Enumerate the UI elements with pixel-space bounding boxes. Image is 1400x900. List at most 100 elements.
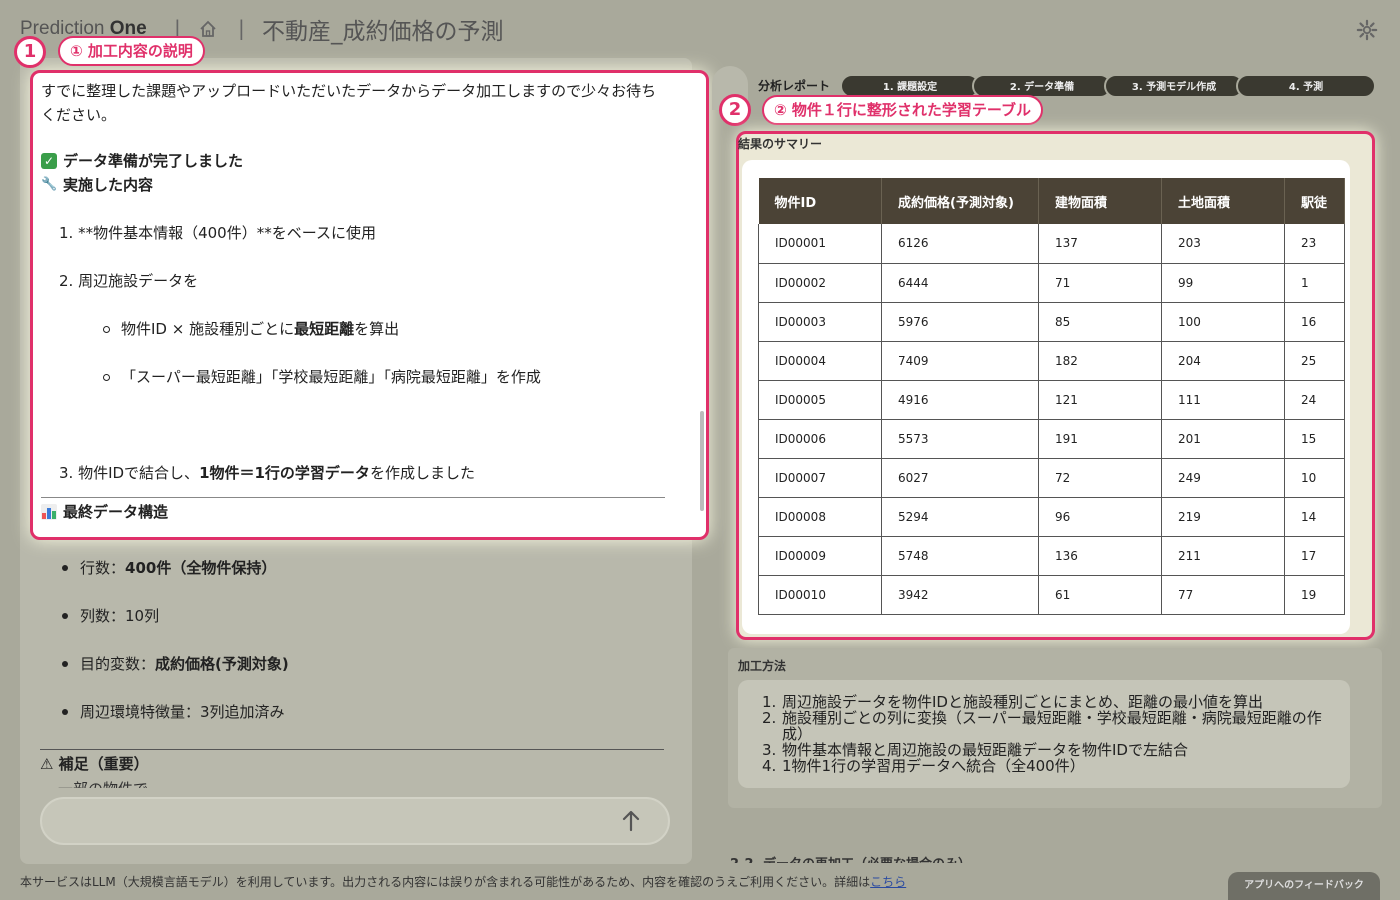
table-cell: ID00008 <box>758 497 882 537</box>
final-structure-list: 行数：400件（全物件保持） 列数：10列 目的変数：成約価格(予測対象) 周辺… <box>40 548 680 740</box>
table-cell: ID00005 <box>758 380 882 420</box>
footer-text: 本サービスはLLM（大規模言語モデル）を利用しています。出力される内容には誤りが… <box>20 875 871 889</box>
sub-list-item: 「スーパー最短距離」「学校最短距離」「病院最短距離」を作成 <box>41 365 681 413</box>
supplement-heading: ⚠ 補足（重要） <box>40 755 149 773</box>
divider <box>40 749 664 750</box>
highlight-processing-explanation: すでに整理した課題やアップロードいただいたデータからデータ加工しますので少々お待… <box>30 70 709 540</box>
table-cell: 17 <box>1284 536 1345 576</box>
column-header: 建物面積 <box>1038 178 1162 224</box>
list-item: 目的変数：成約価格(予測対象) <box>40 644 680 692</box>
table-cell: 6027 <box>881 458 1039 498</box>
send-arrow-icon[interactable] <box>618 808 644 834</box>
list-item: 行数：400件（全物件保持） <box>40 548 680 596</box>
table-cell: 3942 <box>881 575 1039 615</box>
step-3[interactable]: 3. 予測モデル作成 <box>1104 74 1244 98</box>
chat-input[interactable] <box>40 797 670 845</box>
table-cell: 201 <box>1161 419 1285 459</box>
gear-icon[interactable] <box>1356 19 1378 41</box>
table-row: ID00004 7409 182 204 25 <box>758 341 1345 381</box>
table-row: ID00002 6444 71 99 1 <box>758 263 1345 303</box>
step-4[interactable]: 4. 予測 <box>1236 74 1376 98</box>
sub-item-text: を算出 <box>354 320 400 338</box>
table-cell: 211 <box>1161 536 1285 576</box>
method-item-text: 物件基本情報と周辺施設の最短距離データを物件IDで左結合 <box>782 741 1188 759</box>
wrench-icon: 🔧 <box>41 177 58 192</box>
table-cell: ID00002 <box>758 263 882 303</box>
table-cell: 61 <box>1038 575 1162 615</box>
list-item: 3. 物件IDで結合し、1物件＝1行の学習データを作成しました <box>41 461 681 485</box>
table-cell: ID00009 <box>758 536 882 576</box>
list-item-bold: 成約価格(予測対象) <box>155 655 289 673</box>
list-item-text: を作成しました <box>369 464 475 482</box>
table-row: ID00010 3942 61 77 19 <box>758 575 1345 615</box>
list-item-bold: 400件（全物件保持） <box>125 559 277 577</box>
message-intro: すでに整理した課題やアップロードいただいたデータからデータ加工しますので少々お待… <box>41 82 657 124</box>
feedback-button[interactable]: アプリへのフィードバック <box>1228 872 1380 900</box>
table-header-row: 物件ID 成約価格(予測対象) 建物面積 土地面積 駅徒 <box>758 178 1345 224</box>
table-cell: 16 <box>1284 302 1345 342</box>
table-cell: 85 <box>1038 302 1162 342</box>
done-heading-text: 実施した内容 <box>63 176 154 194</box>
home-icon[interactable] <box>198 19 218 39</box>
callout-number-badge: 2 <box>719 94 751 126</box>
table-cell: 24 <box>1284 380 1345 420</box>
method-item-text: 1物件1行の学習用データへ統合（全400件） <box>782 757 1085 775</box>
table-cell: 99 <box>1161 263 1285 303</box>
table-cell: 5573 <box>881 419 1039 459</box>
table-row: ID00001 6126 137 203 23 <box>758 224 1345 264</box>
list-item-text: 行数： <box>80 559 126 577</box>
status-line: ✓ データ準備が完了しました <box>41 149 681 173</box>
page-title: 不動産_成約価格の予測 <box>262 19 504 45</box>
table-cell: ID00006 <box>758 419 882 459</box>
table-cell: 4916 <box>881 380 1039 420</box>
table-cell: 15 <box>1284 419 1345 459</box>
footer-notice: 本サービスはLLM（大規模言語モデル）を利用しています。出力される内容には誤りが… <box>20 873 906 890</box>
list-item-text: 目的変数： <box>80 655 156 673</box>
table-cell: 71 <box>1038 263 1162 303</box>
supplement-text: 一部の物件で <box>58 778 148 788</box>
table-cell: ID00010 <box>758 575 882 615</box>
method-item: 2. 施設種別ごとの列に変換（スーパー最短距離・学校最短距離・病院最短距離の作成） <box>762 710 1336 742</box>
list-item: 1. **物件基本情報（400件）**をベースに使用 <box>59 224 376 242</box>
callout-label: ② 物件１行に整形された学習テーブル <box>762 95 1044 125</box>
table-cell: 14 <box>1284 497 1345 537</box>
column-header: 成約価格(予測対象) <box>881 178 1039 224</box>
header-separator: | <box>238 16 245 40</box>
table-cell: 96 <box>1038 497 1162 537</box>
progress-title: 分析レポート <box>758 79 831 93</box>
table-cell: 23 <box>1284 224 1345 264</box>
scrollbar[interactable] <box>700 411 704 511</box>
table-row: ID00008 5294 96 219 14 <box>758 497 1345 537</box>
table-cell: 6444 <box>881 263 1039 303</box>
table-cell: ID00007 <box>758 458 882 498</box>
done-heading: 🔧 実施した内容 <box>41 173 681 197</box>
steps-list: 1. **物件基本情報（400件）**をベースに使用 2. 周辺施設データを 物… <box>41 221 681 485</box>
method-item: 1. 周辺施設データを物件IDと施設種別ごとにまとめ、距離の最小値を算出 <box>762 694 1336 710</box>
final-structure-heading: 最終データ構造 <box>41 500 681 524</box>
list-item: 2. 周辺施設データを <box>59 272 199 290</box>
table-cell: 219 <box>1161 497 1285 537</box>
table-cell: 25 <box>1284 341 1345 381</box>
table-cell: 5748 <box>881 536 1039 576</box>
table-cell: 203 <box>1161 224 1285 264</box>
check-icon: ✓ <box>41 153 57 169</box>
app-header: Prediction One | | 不動産_成約価格の予測 <box>0 0 1400 56</box>
table-cell: 6126 <box>881 224 1039 264</box>
table-cell: 121 <box>1038 380 1162 420</box>
table-cell: 77 <box>1161 575 1285 615</box>
list-item: 周辺環境特徴量：3列追加済み <box>40 692 680 740</box>
table-cell: 72 <box>1038 458 1162 498</box>
method-item-text: 施設種別ごとの列に変換（スーパー最短距離・学校最短距離・病院最短距離の作成） <box>782 709 1322 743</box>
bar-chart-icon <box>41 504 57 520</box>
callout-number-badge: 1 <box>14 36 46 68</box>
divider <box>41 497 665 498</box>
list-item-bold: 1物件＝1行の学習データ <box>199 464 370 482</box>
table-cell: 137 <box>1038 224 1162 264</box>
section-heading: 2-2. データの再加工（必要な場合のみ） <box>730 853 971 863</box>
callout-label: ① 加工内容の説明 <box>58 36 205 66</box>
table-cell: 182 <box>1038 341 1162 381</box>
table-cell: 10 <box>1284 458 1345 498</box>
details-link[interactable]: こちら <box>870 875 906 889</box>
method-card: 1. 周辺施設データを物件IDと施設種別ごとにまとめ、距離の最小値を算出 2. 施設… <box>738 680 1350 788</box>
